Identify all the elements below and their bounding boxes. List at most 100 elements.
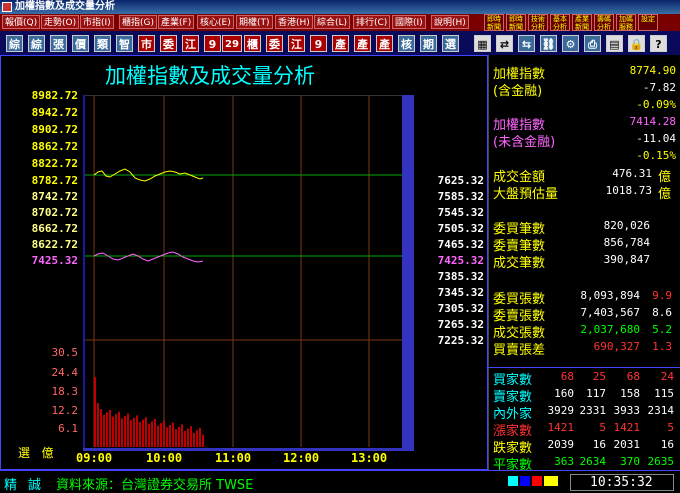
- volume-bars: [94, 377, 204, 447]
- breadth-row-3-d: 5: [667, 421, 674, 434]
- time-1100: 11:00: [215, 451, 252, 465]
- status-bar: 精 誠 資料來源：台灣證券交易所 TWSE 10:35:32: [0, 470, 680, 493]
- volume-bar: [130, 420, 132, 447]
- ask-vol-value: 7,403,567: [580, 306, 640, 319]
- breadth-row-3-c: 1421: [613, 421, 641, 434]
- index-label-8: 8662.72: [31, 222, 78, 235]
- volume-bar: [181, 424, 183, 447]
- breadth-row-5-d: 2635: [647, 455, 675, 468]
- index-label-9: 8622.72: [31, 238, 78, 251]
- volume-bar: [106, 412, 108, 447]
- uncl-value: 7414.28: [629, 115, 676, 128]
- volume-bar: [112, 416, 114, 447]
- index-label-2: 8902.72: [31, 123, 78, 136]
- deal-cnt-value: 390,847: [603, 253, 650, 266]
- time-1200: 12:00: [283, 451, 320, 465]
- breadth-row-0-a: 68: [560, 370, 574, 383]
- breadth-row-4-a: 2039: [547, 438, 575, 451]
- deal-vol-ratio: 5.2: [652, 323, 672, 336]
- breadth-row-1-a: 160: [554, 387, 574, 400]
- vol-label-2: 18.3: [51, 385, 79, 398]
- uncl-label-8: 7305.32: [437, 302, 484, 315]
- deal-cnt-label: 成交筆數: [493, 256, 546, 271]
- volume-bar: [202, 434, 204, 447]
- volume-bar: [100, 409, 102, 447]
- breadth-row-3-b: 5: [599, 421, 606, 434]
- uncl-change: -11.04: [636, 132, 676, 145]
- uncl-label-5: 7425.32: [437, 254, 484, 267]
- vol-label-3: 12.2: [51, 404, 79, 417]
- breadth-row-5-a: 363: [554, 455, 574, 468]
- volume-bar: [172, 422, 174, 447]
- volume-bar: [160, 423, 162, 447]
- volume-bar: [139, 422, 141, 447]
- volume-bar: [97, 403, 99, 447]
- bid-vol-ratio: 9.9: [652, 289, 672, 302]
- volume-bar: [148, 423, 150, 447]
- breadth-row-0-b: 25: [592, 370, 606, 383]
- breadth-row-1-b: 117: [586, 387, 606, 400]
- volume-bar: [175, 429, 177, 447]
- uncl-label-2: 7545.32: [437, 206, 484, 219]
- est-label: 大盤預估量: [493, 187, 559, 202]
- breadth-row-0-c: 68: [626, 370, 640, 383]
- status-light-red: [532, 476, 542, 486]
- volume-bar: [154, 419, 156, 447]
- volume-bar: [193, 432, 195, 447]
- data-source: 資料來源：台灣證券交易所 TWSE: [56, 478, 254, 493]
- uncl-label-left: 7425.32: [31, 254, 78, 267]
- vol-label-0: 30.5: [51, 346, 79, 359]
- volume-bar: [136, 415, 138, 447]
- status-light-blue: [520, 476, 530, 486]
- index-label-6: 8742.72: [31, 190, 78, 203]
- time-1000: 10:00: [146, 451, 183, 465]
- volume-bar: [151, 421, 153, 447]
- index-label-5: 8782.72: [31, 174, 78, 187]
- diff-ratio: 1.3: [652, 340, 672, 353]
- volume-bar: [133, 417, 135, 447]
- est-value: 1018.73: [605, 184, 652, 197]
- deal-vol-value: 2,037,680: [580, 323, 640, 336]
- vol-label-1: 24.4: [51, 366, 79, 379]
- uncl-label-6: 7385.32: [437, 270, 484, 283]
- breadth-row-5-b: 2634: [579, 455, 607, 468]
- volume-bar: [127, 413, 129, 447]
- volume-bar: [142, 419, 144, 447]
- uncl-sub-label: (未含金融): [493, 135, 556, 150]
- uncl-pct: -0.15%: [636, 149, 676, 162]
- volume-bar: [169, 425, 171, 447]
- volume-bar: [109, 410, 111, 447]
- breadth-row-4-d: 16: [660, 438, 674, 451]
- uncl-label-1: 7585.32: [437, 190, 484, 203]
- breadth-row-2-c: 3933: [613, 404, 641, 417]
- index-label-3: 8862.72: [31, 140, 78, 153]
- index-label-1: 8942.72: [31, 106, 78, 119]
- est-unit: 億: [658, 187, 672, 202]
- volume-bar: [187, 428, 189, 447]
- breadth-row-4-c: 2031: [613, 438, 641, 451]
- breadth-row-0-d: 24: [660, 370, 674, 383]
- breadth-row-1-d: 115: [654, 387, 674, 400]
- uncl-label-0: 7625.32: [437, 174, 484, 187]
- volume-bar: [178, 426, 180, 447]
- volume-bar: [196, 430, 198, 447]
- vol-label-4: 6.1: [58, 422, 78, 435]
- diff-value: 690,327: [593, 340, 640, 353]
- index-sub-label: (含金融): [493, 84, 543, 99]
- volume-bar: [94, 377, 96, 447]
- ask-cnt-value: 856,784: [603, 236, 650, 249]
- volume-bar: [121, 418, 123, 447]
- volume-bar: [157, 425, 159, 447]
- index-pct: -0.09%: [636, 98, 676, 111]
- volume-bar: [190, 426, 192, 447]
- volume-bar: [124, 416, 126, 447]
- index-label-7: 8702.72: [31, 206, 78, 219]
- volume-bar: [118, 411, 120, 447]
- volume-bar: [184, 431, 186, 447]
- uncl-label-3: 7505.32: [437, 222, 484, 235]
- breadth-row-3-a: 1421: [547, 421, 575, 434]
- bid-cnt-value: 820,026: [603, 219, 650, 232]
- time-1300: 13:00: [351, 451, 388, 465]
- status-light-cyan: [508, 476, 518, 486]
- uncl-label-9: 7265.32: [437, 318, 484, 331]
